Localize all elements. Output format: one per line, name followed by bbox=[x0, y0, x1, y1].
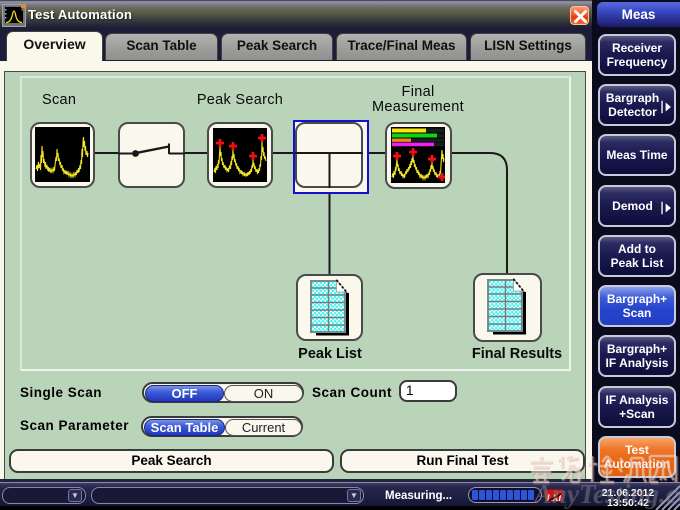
svg-text:AnyTesting.com: AnyTesting.com bbox=[532, 479, 680, 509]
